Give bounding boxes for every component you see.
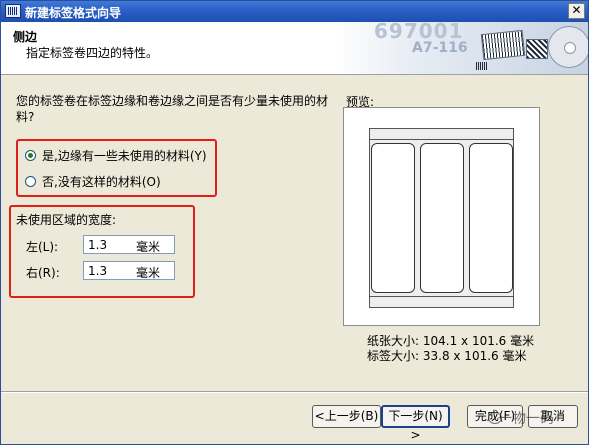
option-yes-label: 是,边缘有一些未使用的材料(Y) xyxy=(42,148,207,163)
question-text: 您的标签卷在标签边缘和卷边缘之间是否有少量未使用的材料? xyxy=(16,94,329,124)
radio-no[interactable] xyxy=(25,175,36,187)
right-width-unit: 毫米 xyxy=(136,266,161,280)
left-width-value: 1.3 xyxy=(88,238,108,252)
banner-code-text: A7-116 xyxy=(412,40,468,56)
radio-yes[interactable] xyxy=(25,149,36,161)
disc-icon xyxy=(548,26,588,68)
preview-label-rect xyxy=(371,143,415,293)
window-title: 新建标签格式向导 xyxy=(25,6,122,20)
step-title: 侧边 xyxy=(13,30,38,44)
left-width-input[interactable]: 1.3 毫米 xyxy=(83,235,175,254)
right-width-value: 1.3 xyxy=(88,264,108,278)
preview-pane xyxy=(343,107,540,326)
wizard-header: 侧边 指定标签卷四边的特性。 697001 A7-116 xyxy=(1,22,588,75)
wizard-window: 新建标签格式向导 ✕ 侧边 指定标签卷四边的特性。 697001 A7-116 … xyxy=(0,0,589,445)
left-width-unit: 毫米 xyxy=(136,240,161,254)
header-banner-image: 697001 A7-116 xyxy=(334,22,588,74)
barcode-card-icon xyxy=(480,29,526,61)
qr-code-icon xyxy=(526,39,548,59)
right-label: 右(R): xyxy=(26,266,60,280)
back-button[interactable]: <上一步(B) xyxy=(312,405,381,428)
right-width-input[interactable]: 1.3 毫米 xyxy=(83,261,175,280)
preview-label-rect xyxy=(420,143,464,293)
next-button[interactable]: 下一步(N) > xyxy=(381,405,450,442)
barcode-app-icon xyxy=(5,4,21,18)
option-no-label: 否,没有这样的材料(O) xyxy=(42,174,161,189)
small-barcode-icon xyxy=(476,62,488,70)
option-no[interactable]: 否,没有这样的材料(O) xyxy=(25,173,161,189)
label-size-text: 标签大小: 33.8 x 101.6 毫米 xyxy=(367,349,527,363)
left-label: 左(L): xyxy=(26,240,59,254)
button-separator xyxy=(1,391,588,393)
step-subtitle: 指定标签卷四边的特性。 xyxy=(26,46,159,60)
label-liner xyxy=(369,128,514,308)
option-yes[interactable]: 是,边缘有一些未使用的材料(Y) xyxy=(25,147,207,163)
close-button[interactable]: ✕ xyxy=(568,3,585,19)
watermark-text: 一物一码 xyxy=(498,411,554,427)
unused-width-label: 未使用区域的宽度: xyxy=(16,213,117,227)
title-bar[interactable]: 新建标签格式向导 ✕ xyxy=(1,1,588,22)
preview-label-rect xyxy=(469,143,513,293)
